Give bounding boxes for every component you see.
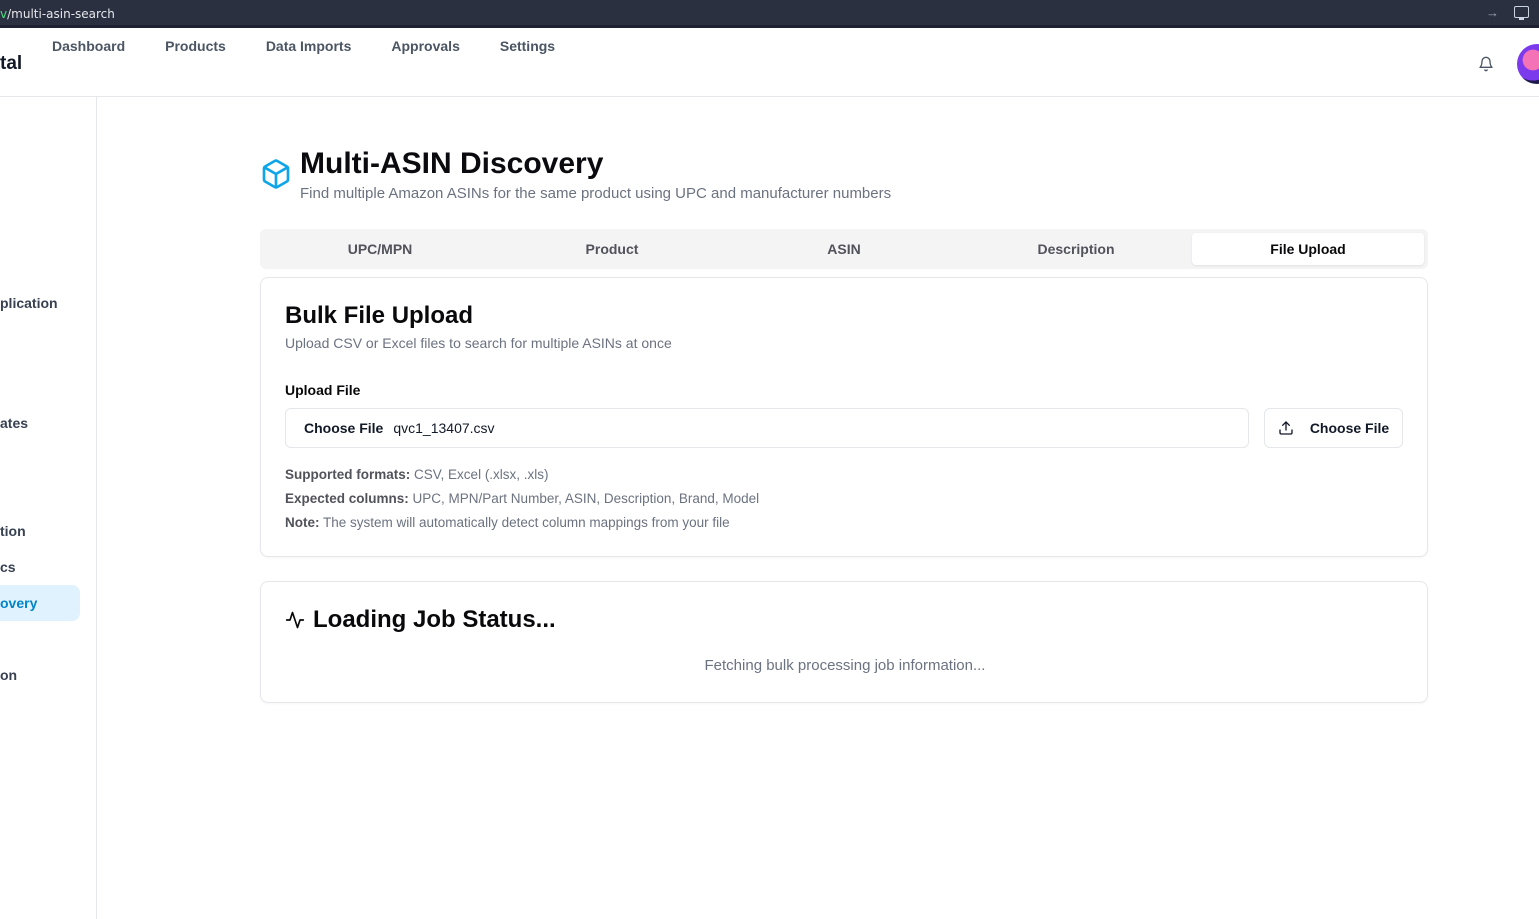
nav-links: Dashboard Products Data Imports Approval… [52,38,595,54]
sidebar-item-label: overy [0,595,38,611]
card-description: Upload CSV or Excel files to search for … [285,335,672,351]
card-title: Bulk File Upload [285,302,474,329]
nav-data-imports[interactable]: Data Imports [266,38,352,54]
upload-file-label: Upload File [285,382,361,398]
sidebar-item-application[interactable]: plication [0,295,58,311]
nav-approvals[interactable]: Approvals [391,38,459,54]
activity-icon [285,611,305,629]
avatar[interactable] [1517,44,1539,84]
sidebar-item-discovery[interactable]: overy [0,585,80,621]
url-text[interactable]: v/multi-asin-search [0,7,115,21]
top-navigation: tal Dashboard Products Data Imports Appr… [0,31,1539,97]
sidebar: plication ates tion cs overy on [0,97,97,919]
job-status-title: Loading Job Status... [285,606,556,634]
page-subtitle: Find multiple Amazon ASINs for the same … [300,185,892,202]
monitor-icon[interactable] [1514,6,1529,20]
sidebar-item-templates[interactable]: ates [0,415,28,431]
page-title: Multi-ASIN Discovery [300,147,604,180]
arrow-right-icon[interactable]: → [1486,5,1499,20]
upload-icon [1279,421,1293,435]
supported-formats-text: Supported formats: CSV, Excel (.xlsx, .x… [285,467,549,482]
tab-product[interactable]: Product [496,233,728,265]
nav-products[interactable]: Products [165,38,226,54]
job-status-message: Fetching bulk processing job information… [704,657,986,674]
file-input[interactable]: Choose File qvc1_13407.csv [285,408,1249,448]
tab-upc-mpn[interactable]: UPC/MPN [264,233,496,265]
selected-file-name: qvc1_13407.csv [393,420,495,436]
expected-columns-text: Expected columns: UPC, MPN/Part Number, … [285,491,760,506]
package-icon [262,159,290,189]
nav-dashboard[interactable]: Dashboard [52,38,125,54]
note-text: Note: The system will automatically dete… [285,515,730,530]
choose-file-button[interactable]: Choose File [1264,408,1403,448]
job-status-card: Loading Job Status... Fetching bulk proc… [260,581,1428,703]
bulk-upload-card: Bulk File Upload Upload CSV or Excel fil… [260,277,1428,557]
brand-title: tal [0,53,23,74]
file-input-button[interactable]: Choose File [304,420,383,436]
sidebar-item-automation[interactable]: tion [0,523,26,539]
tab-asin[interactable]: ASIN [728,233,960,265]
choose-file-label: Choose File [1309,420,1390,436]
tab-description[interactable]: Description [960,233,1192,265]
sidebar-item-configuration[interactable]: on [0,667,17,683]
nav-settings[interactable]: Settings [500,38,555,54]
tab-file-upload[interactable]: File Upload [1192,233,1424,265]
sidebar-item-analytics[interactable]: cs [0,559,16,575]
bell-icon[interactable] [1478,56,1494,72]
browser-address-bar[interactable]: v/multi-asin-search → [0,0,1539,28]
search-mode-tabs: UPC/MPN Product ASIN Description File Up… [260,229,1428,269]
